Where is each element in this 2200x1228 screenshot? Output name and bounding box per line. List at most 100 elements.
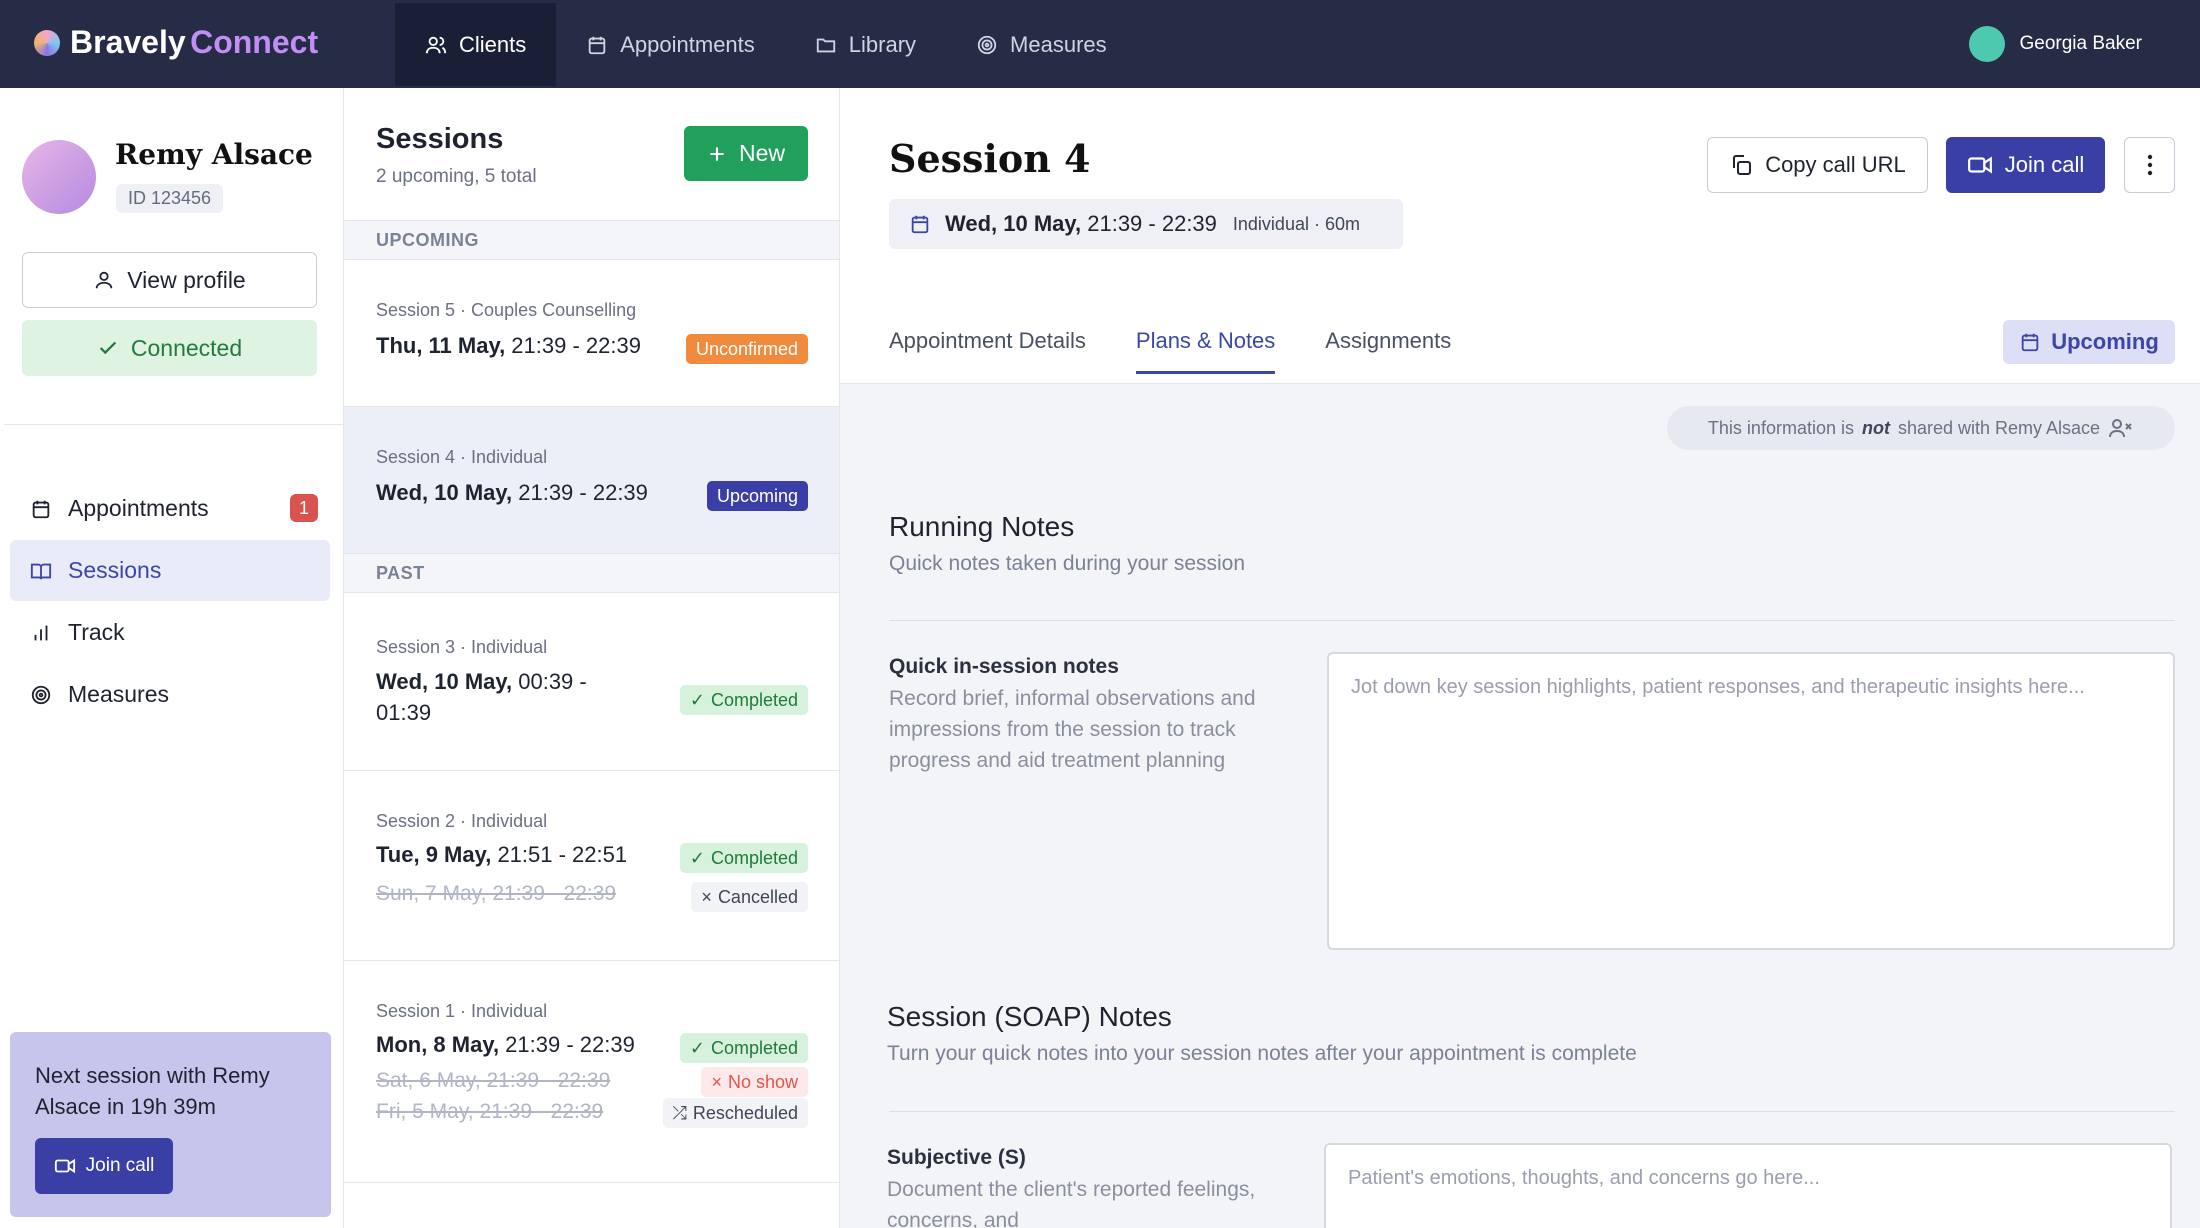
session-kind: Session 4 · Individual (376, 447, 548, 467)
folder-icon (816, 38, 835, 52)
user-x-icon (2109, 419, 2132, 438)
nav-library[interactable]: Library (785, 3, 946, 86)
session-date: Mon, 8 May, (376, 1032, 500, 1057)
notice-text-post: shared with Remy Alsace (1897, 417, 2101, 438)
video-icon (54, 1158, 75, 1174)
client-id: ID 123456 (116, 184, 224, 213)
status-badge: Unconfirmed (685, 334, 808, 364)
session-kind: Session 5 · Couples Counselling (376, 300, 637, 320)
divider (889, 1111, 2175, 1112)
time-value: 21:39 - 22:39 (1081, 211, 1217, 236)
session-card-selected[interactable]: Session 4 · Individual Wed, 10 May, 21:3… (344, 407, 839, 554)
join-call-label: Join call (2004, 152, 2085, 177)
shuffle-icon: ⤮ (672, 1102, 687, 1123)
client-avatar (22, 140, 96, 214)
detail-tabs: Appointment Details Plans & Notes Assign… (889, 328, 1451, 374)
client-nav-sessions[interactable]: Sessions (10, 540, 330, 601)
check-icon: ✓ (689, 847, 705, 868)
tab-assignments[interactable]: Assignments (1325, 328, 1451, 374)
quick-notes-input[interactable]: Jot down key session highlights, patient… (1327, 652, 2175, 950)
divider (4, 424, 344, 425)
cancelled-time: Sun, 7 May, 21:39 - 22:39 (376, 882, 617, 905)
sessions-subtitle: 2 upcoming, 5 total (376, 166, 537, 187)
next-session-text: Next session with Remy Alsace in 19h 39m (35, 1063, 270, 1119)
tab-appointment-details[interactable]: Appointment Details (889, 328, 1086, 374)
subjective-input[interactable]: Patient's emotions, thoughts, and concer… (1324, 1143, 2172, 1228)
session-hours: 21:39 - 22:39 (505, 333, 641, 358)
join-call-label: Join call (85, 1155, 155, 1176)
badge-label: Completed (710, 1037, 798, 1058)
running-notes-subtitle: Quick notes taken during your session (889, 552, 1246, 575)
session-card[interactable]: Session 3 · Individual Wed, 10 May, 00:3… (344, 593, 839, 771)
session-card[interactable]: Session 5 · Couples Counselling Thu, 11 … (344, 260, 839, 407)
status-badge: Upcoming (2003, 320, 2175, 364)
session-time: Mon, 8 May, 21:39 - 22:39 (376, 1029, 635, 1060)
session-card[interactable]: Session 2 · Individual Tue, 9 May, 21:51… (344, 771, 839, 961)
subjective-label: Subjective (S) (887, 1146, 1026, 1169)
no-show-time: Sat, 6 May, 21:39 - 22:39 (376, 1069, 611, 1092)
main-nav: Clients Appointments Library Measures (395, 3, 1137, 86)
upcoming-section-label: UPCOMING (344, 220, 839, 260)
join-call-button[interactable]: Join call (1946, 137, 2105, 193)
session-kind: Session 2 · Individual (376, 811, 548, 831)
session-time: Wed, 10 May, 21:39 - 22:39 (376, 477, 648, 508)
users-icon (425, 36, 447, 53)
session-kind: Session 3 · Individual (376, 637, 548, 657)
client-nav-label: Track (68, 619, 125, 645)
client-sidebar: Remy Alsace ID 123456 View profile Conne… (0, 88, 344, 1228)
logo-icon (34, 29, 60, 56)
copy-call-url-button[interactable]: Copy call URL (1707, 137, 1928, 193)
notice-text-pre: This information is (1707, 417, 1854, 438)
user-name: Georgia Baker (2019, 33, 2142, 54)
badge-label: Rescheduled (692, 1102, 798, 1123)
user-menu[interactable]: Georgia Baker (1969, 26, 2142, 62)
plans-notes-content: This information is not shared with Remy… (840, 384, 2200, 1228)
tab-plans-notes[interactable]: Plans & Notes (1135, 328, 1276, 374)
sessions-list-panel: Sessions 2 upcoming, 5 total New UPCOMIN… (344, 88, 840, 1228)
calendar-icon (589, 36, 606, 54)
session-hours: 00:39 - (512, 669, 587, 694)
status-label: Upcoming (2051, 329, 2159, 354)
new-label: New (738, 140, 785, 166)
soap-notes-title: Session (SOAP) Notes (887, 1001, 1172, 1032)
session-date: Wed, 10 May, (376, 669, 513, 694)
nav-measures-label: Measures (1010, 31, 1107, 57)
view-profile-button[interactable]: View profile (22, 252, 317, 308)
client-nav-measures[interactable]: Measures (10, 664, 330, 725)
rescheduled-badge: ⤮ Rescheduled (662, 1098, 808, 1128)
divider (889, 620, 2175, 621)
connected-label: Connected (130, 334, 243, 361)
more-options-button[interactable] (2124, 137, 2175, 193)
user-icon (96, 271, 113, 289)
calendar-icon (911, 215, 929, 234)
quick-notes-help: Record brief, informal observations and … (889, 687, 1256, 772)
status-badge: Upcoming (706, 481, 808, 511)
running-notes-title: Running Notes (889, 511, 1075, 542)
client-nav-label: Appointments (68, 495, 209, 521)
nav-measures[interactable]: Measures (946, 3, 1137, 86)
session-card[interactable]: Session 1 · Individual Mon, 8 May, 21:39… (344, 961, 839, 1183)
plus-icon (710, 146, 724, 161)
client-nav-label: Measures (68, 681, 169, 707)
client-nav: Appointments 1 Sessions Track Measures (10, 478, 330, 726)
top-bar: Bravely Connect Clients Appointments Lib… (0, 0, 2200, 88)
target-icon (31, 685, 51, 704)
cancelled-badge: × Cancelled (691, 882, 808, 912)
notice-emphasis: not (1861, 417, 1890, 438)
next-session-join-button[interactable]: Join call (35, 1138, 173, 1194)
x-icon: × (701, 886, 712, 907)
session-hours-end: 01:39 (376, 700, 432, 725)
nav-clients[interactable]: Clients (395, 3, 557, 86)
check-icon: ✓ (689, 1037, 705, 1058)
client-nav-track[interactable]: Track (10, 602, 330, 663)
session-hours: 21:39 - 22:39 (512, 480, 648, 505)
past-section-label: PAST (344, 553, 839, 593)
rescheduled-time: Fri, 5 May, 21:39 - 22:39 (376, 1100, 604, 1123)
brand-logo[interactable]: Bravely Connect (34, 24, 318, 61)
session-hours: 21:51 - 22:51 (491, 842, 628, 867)
nav-appointments[interactable]: Appointments (556, 3, 785, 86)
new-session-button[interactable]: New (684, 126, 808, 181)
badge-label: No show (727, 1071, 798, 1092)
session-hours: 21:39 - 22:39 (499, 1032, 635, 1057)
client-nav-appointments[interactable]: Appointments 1 (10, 478, 330, 539)
